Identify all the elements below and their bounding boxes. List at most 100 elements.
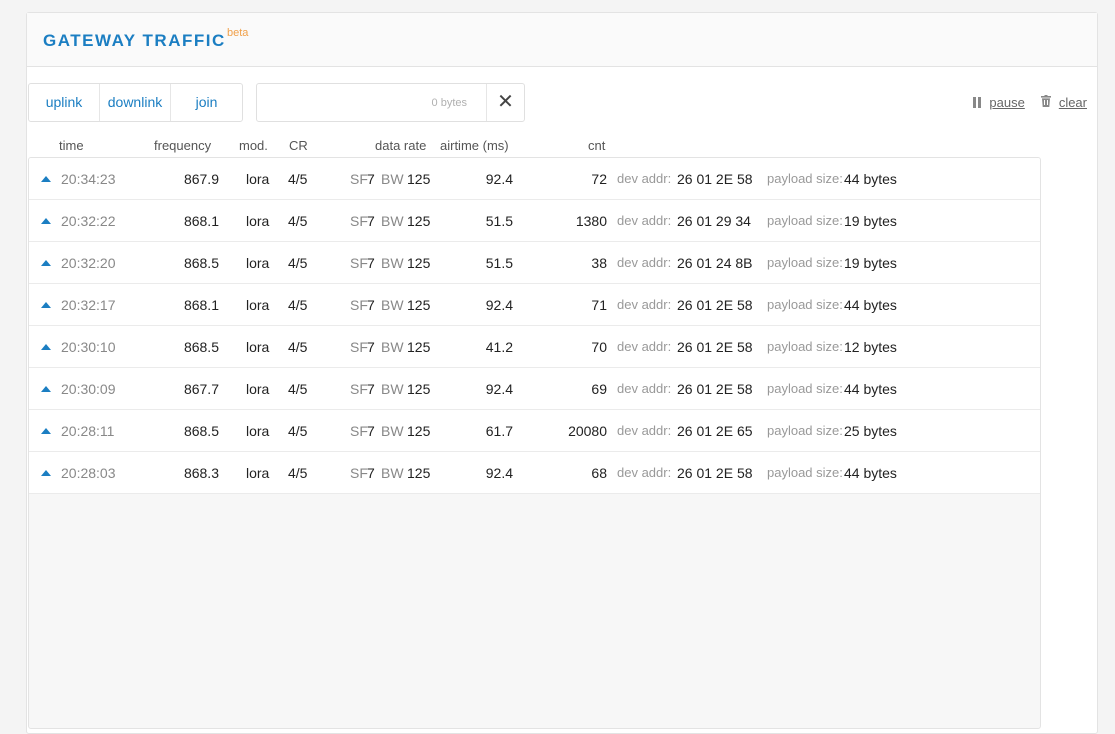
row-airtime: 92.4 <box>485 465 513 481</box>
table-row[interactable]: 20:32:20 868.5 lora 4/5 SF 7 BW 125 51.5… <box>29 242 1040 284</box>
row-time: 20:32:20 <box>61 255 116 271</box>
clear-button[interactable]: clear <box>1040 95 1087 110</box>
row-coding-rate: 4/5 <box>288 423 308 439</box>
row-payload-size: 19 bytes <box>844 213 897 229</box>
traffic-table: 20:34:23 867.9 lora 4/5 SF 7 BW 125 92.4… <box>28 157 1041 729</box>
row-payload-label: payload size: <box>767 465 843 480</box>
row-payload-size: 12 bytes <box>844 339 897 355</box>
pause-button[interactable]: pause <box>973 95 1025 110</box>
row-frequency: 868.5 <box>183 423 219 439</box>
table-row[interactable]: 20:30:10 868.5 lora 4/5 SF 7 BW 125 41.2… <box>29 326 1040 368</box>
uplink-arrow-icon <box>41 218 51 224</box>
row-payload-label: payload size: <box>767 339 843 354</box>
row-airtime: 41.2 <box>485 339 513 355</box>
table-row[interactable]: 20:34:23 867.9 lora 4/5 SF 7 BW 125 92.4… <box>29 158 1040 200</box>
row-frequency: 868.3 <box>183 465 219 481</box>
row-dev-addr-label: dev addr: <box>617 465 672 480</box>
row-dev-addr-label: dev addr: <box>617 381 672 396</box>
row-modulation: lora <box>246 297 270 313</box>
row-bandwidth: 125 <box>407 381 431 397</box>
row-payload-size: 44 bytes <box>844 171 897 187</box>
clear-filter-button[interactable]: ✕ <box>486 84 524 121</box>
row-count: 1380 <box>575 213 607 229</box>
col-frequency: frequency <box>154 138 212 153</box>
table-row[interactable]: 20:28:03 868.3 lora 4/5 SF 7 BW 125 92.4… <box>29 452 1040 494</box>
row-coding-rate: 4/5 <box>288 297 308 313</box>
row-spreading-factor: 7 <box>367 339 375 355</box>
row-frequency: 868.5 <box>183 255 219 271</box>
row-dev-addr-label: dev addr: <box>617 339 672 354</box>
downlink-filter-button[interactable]: downlink <box>99 84 170 121</box>
row-sf-label: SF <box>350 423 368 439</box>
row-payload-size: 19 bytes <box>844 255 897 271</box>
row-modulation: lora <box>246 423 270 439</box>
row-frequency: 868.1 <box>183 297 219 313</box>
uplink-arrow-icon <box>41 176 51 182</box>
row-sf-label: SF <box>350 213 368 229</box>
table-row[interactable]: 20:32:22 868.1 lora 4/5 SF 7 BW 125 51.5… <box>29 200 1040 242</box>
row-time: 20:30:09 <box>61 381 116 397</box>
row-modulation: lora <box>246 171 270 187</box>
row-bandwidth: 125 <box>407 297 431 313</box>
row-spreading-factor: 7 <box>367 255 375 271</box>
pause-label: pause <box>989 95 1025 110</box>
row-dev-addr: 26 01 2E 58 <box>677 381 753 397</box>
table-row[interactable]: 20:28:11 868.5 lora 4/5 SF 7 BW 125 61.7… <box>29 410 1040 452</box>
row-payload-label: payload size: <box>767 297 843 312</box>
panel-header: GATEWAY TRAFFIC beta <box>27 13 1097 67</box>
row-airtime: 92.4 <box>485 171 513 187</box>
uplink-filter-button[interactable]: uplink <box>29 84 99 121</box>
row-frequency: 868.1 <box>183 213 219 229</box>
uplink-arrow-icon <box>41 302 51 308</box>
row-dev-addr-label: dev addr: <box>617 171 672 186</box>
row-count: 69 <box>591 381 607 397</box>
row-dev-addr: 26 01 2E 65 <box>677 423 753 439</box>
row-sf-label: SF <box>350 255 368 271</box>
row-time: 20:32:22 <box>61 213 116 229</box>
row-payload-label: payload size: <box>767 423 843 438</box>
row-spreading-factor: 7 <box>367 297 375 313</box>
table-row[interactable]: 20:30:09 867.7 lora 4/5 SF 7 BW 125 92.4… <box>29 368 1040 410</box>
row-count: 70 <box>591 339 607 355</box>
row-bw-label: BW <box>381 297 404 313</box>
row-sf-label: SF <box>350 339 368 355</box>
row-spreading-factor: 7 <box>367 381 375 397</box>
row-payload-label: payload size: <box>767 213 843 228</box>
row-dev-addr: 26 01 2E 58 <box>677 297 753 313</box>
table-row[interactable]: 20:32:17 868.1 lora 4/5 SF 7 BW 125 92.4… <box>29 284 1040 326</box>
close-icon: ✕ <box>497 91 514 113</box>
row-bandwidth: 125 <box>407 423 431 439</box>
row-coding-rate: 4/5 <box>288 339 308 355</box>
col-cnt: cnt <box>588 138 606 153</box>
traffic-actions: pause clear <box>957 95 1087 110</box>
row-dev-addr: 26 01 2E 58 <box>677 171 753 187</box>
row-time: 20:28:03 <box>61 465 116 481</box>
col-cr: CR <box>289 138 308 153</box>
row-frequency: 868.5 <box>183 339 219 355</box>
row-spreading-factor: 7 <box>367 171 375 187</box>
row-coding-rate: 4/5 <box>288 381 308 397</box>
col-mod: mod. <box>239 138 268 153</box>
row-count: 38 <box>591 255 607 271</box>
col-time: time <box>59 138 84 153</box>
row-sf-label: SF <box>350 297 368 313</box>
row-airtime: 92.4 <box>485 381 513 397</box>
row-dev-addr: 26 01 24 8B <box>677 255 753 271</box>
row-airtime: 92.4 <box>485 297 513 313</box>
row-bandwidth: 125 <box>407 213 431 229</box>
filter-input[interactable] <box>257 84 477 121</box>
row-airtime: 51.5 <box>485 213 513 229</box>
row-modulation: lora <box>246 339 270 355</box>
row-payload-label: payload size: <box>767 381 843 396</box>
filter-search-box: ✕ <box>256 83 525 122</box>
uplink-arrow-icon <box>41 260 51 266</box>
row-payload-label: payload size: <box>767 171 843 186</box>
row-modulation: lora <box>246 381 270 397</box>
row-payload-label: payload size: <box>767 255 843 270</box>
join-filter-button[interactable]: join <box>170 84 242 121</box>
uplink-arrow-icon <box>41 386 51 392</box>
row-sf-label: SF <box>350 381 368 397</box>
row-spreading-factor: 7 <box>367 423 375 439</box>
row-modulation: lora <box>246 213 270 229</box>
col-airtime: airtime (ms) <box>440 138 509 153</box>
